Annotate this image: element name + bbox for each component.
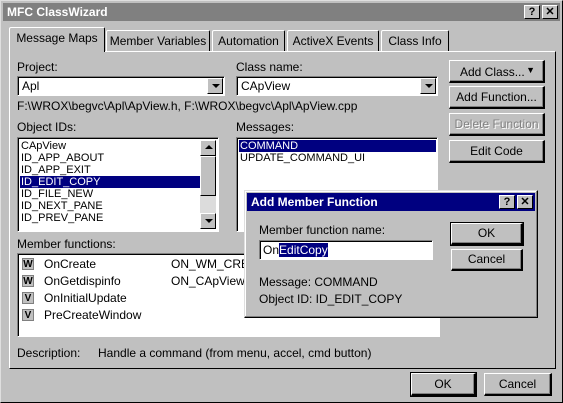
class-name-label: Class name: — [236, 60, 303, 74]
add-member-function-dialog: Add Member Function ? ✕ Member function … — [244, 190, 538, 318]
function-name[interactable]: OnCreate — [44, 257, 96, 271]
dialog-title-bar: Add Member Function ? ✕ — [247, 193, 535, 211]
dialog-object-line: Object ID: ID_EDIT_COPY — [259, 292, 403, 306]
tab-activex-events[interactable]: ActiveX Events — [287, 30, 379, 51]
list-item[interactable]: ID_NEXT_PANE — [20, 200, 104, 212]
list-item-selected[interactable]: ID_EDIT_COPY — [20, 176, 202, 188]
list-item[interactable]: UPDATE_COMMAND_UI — [239, 152, 366, 164]
delete-function-button[interactable]: Delete Function — [449, 113, 545, 136]
list-item[interactable]: ID_FILE_NEW — [20, 188, 94, 200]
tab-automation[interactable]: Automation — [212, 30, 285, 51]
member-functions-label: Member functions: — [17, 237, 116, 251]
object-ids-scrollbar[interactable] — [200, 140, 216, 229]
edit-code-button[interactable]: Edit Code — [449, 140, 545, 163]
function-name-label: Member function name: — [259, 223, 386, 237]
dialog-title: Add Member Function — [251, 195, 378, 209]
tab-member-variables[interactable]: Member Variables — [106, 30, 210, 51]
add-class-button[interactable]: Add Class... ▼ — [449, 60, 545, 83]
ok-button[interactable]: OK — [410, 372, 477, 397]
list-item[interactable]: ID_PREV_PANE — [20, 212, 104, 224]
dialog-help-button[interactable]: ? — [499, 195, 515, 209]
dialog-cancel-label: Cancel — [467, 252, 506, 266]
close-button[interactable]: ✕ — [542, 5, 558, 19]
tab-class-info[interactable]: Class Info — [381, 30, 449, 51]
list-item-selected[interactable]: COMMAND — [239, 140, 436, 152]
help-button[interactable]: ? — [524, 5, 540, 19]
window-title: MFC ClassWizard — [7, 5, 108, 19]
dialog-ok-label: OK — [477, 226, 496, 240]
window-title-bar: MFC ClassWizard ? ✕ — [3, 3, 560, 21]
class-name-combo[interactable]: CApView — [236, 76, 438, 96]
file-path: F:\WROX\begvc\Apl\ApView.h, F:\WROX\begv… — [17, 99, 358, 113]
add-function-label: Add Function... — [456, 90, 537, 104]
project-value: Apl — [22, 79, 40, 93]
dialog-cancel-button[interactable]: Cancel — [451, 249, 523, 271]
function-name-prefix: On — [263, 243, 280, 257]
function-name-selection: EditCopy — [279, 243, 328, 257]
badge-icon: W — [22, 258, 34, 270]
badge-icon: V — [22, 292, 34, 304]
function-name[interactable]: OnInitialUpdate — [44, 291, 127, 305]
badge-icon: V — [22, 309, 34, 321]
scroll-thumb[interactable] — [200, 156, 216, 196]
scroll-up-icon[interactable] — [200, 140, 216, 156]
list-item[interactable]: CApView — [20, 140, 67, 152]
chevron-down-icon[interactable] — [420, 78, 436, 94]
cancel-label: Cancel — [498, 377, 537, 391]
dialog-close-button[interactable]: ✕ — [517, 195, 533, 209]
scroll-down-icon[interactable] — [200, 213, 216, 229]
project-label: Project: — [17, 60, 58, 74]
ok-label: OK — [434, 377, 452, 391]
dialog-ok-button[interactable]: OK — [450, 222, 524, 246]
dialog-message-line: Message: COMMAND — [259, 275, 378, 289]
cancel-button[interactable]: Cancel — [484, 373, 552, 396]
badge-icon: W — [22, 275, 34, 287]
list-item[interactable]: ID_APP_EXIT — [20, 164, 92, 176]
function-name-input[interactable]: OnEditCopy — [259, 240, 433, 260]
function-handler: ON_CApView:L — [171, 274, 255, 288]
description-text: Handle a command (from menu, accel, cmd … — [98, 346, 372, 360]
chevron-down-icon: ▼ — [526, 65, 535, 75]
messages-label: Messages: — [236, 120, 295, 134]
chevron-down-icon[interactable] — [207, 78, 223, 94]
object-ids-label: Object IDs: — [17, 120, 77, 134]
project-combo[interactable]: Apl — [17, 76, 225, 96]
add-class-label: Add Class... — [460, 65, 525, 79]
delete-function-label: Delete Function — [454, 117, 539, 131]
edit-code-label: Edit Code — [470, 144, 523, 158]
add-function-button[interactable]: Add Function... — [449, 86, 545, 109]
list-item[interactable]: ID_APP_ABOUT — [20, 152, 105, 164]
class-name-value: CApView — [241, 79, 291, 93]
tab-message-maps[interactable]: Message Maps — [9, 27, 105, 52]
function-name[interactable]: OnGetdispinfo — [44, 274, 121, 288]
description-label: Description: — [17, 346, 81, 360]
function-name-value: OnEditCopy — [263, 243, 328, 257]
function-name[interactable]: PreCreateWindow — [44, 308, 141, 322]
object-ids-list[interactable]: CApView ID_APP_ABOUT ID_APP_EXIT ID_EDIT… — [17, 137, 219, 232]
